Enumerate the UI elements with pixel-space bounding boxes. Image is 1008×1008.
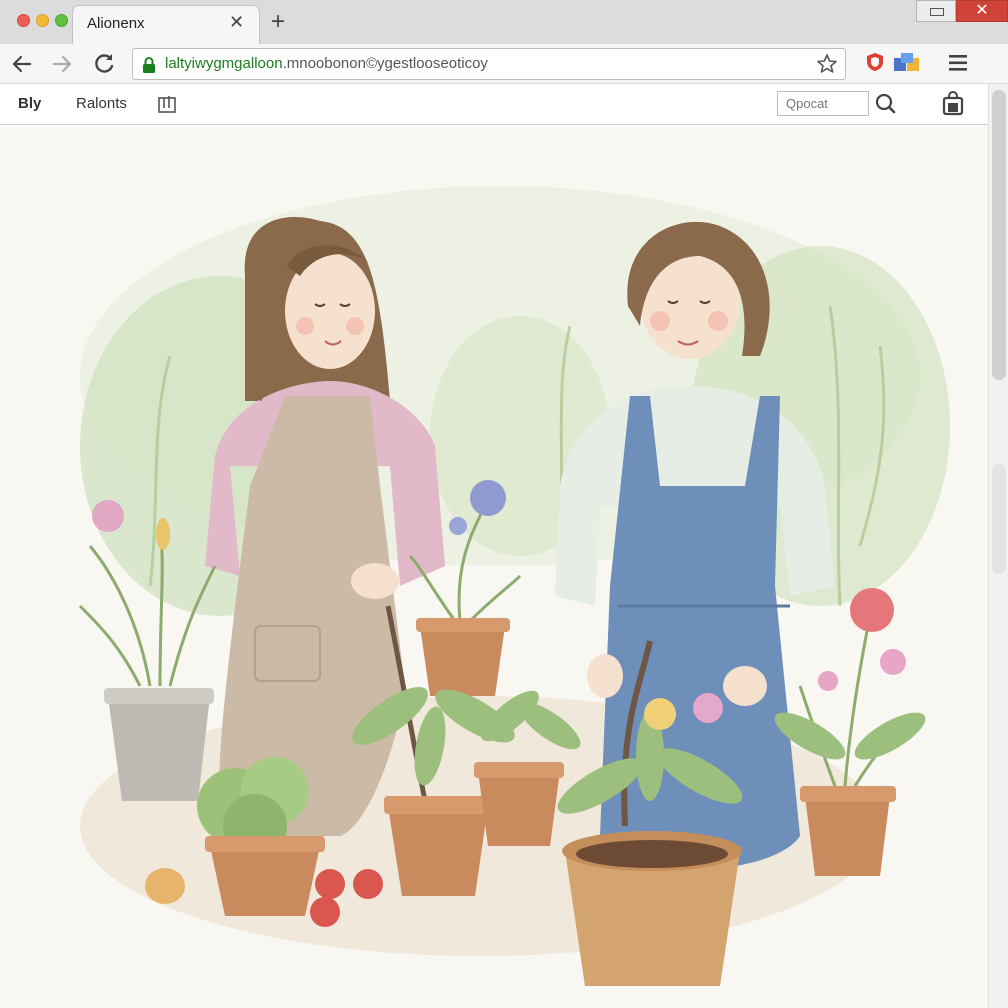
bookmark-icon[interactable] [157,94,177,114]
gardening-illustration [0,126,988,1008]
page-content [0,126,988,1008]
new-tab-button[interactable]: + [271,8,285,36]
search-input[interactable] [777,91,869,116]
address-bar[interactable]: laltyiwygmgalloon.mnoobonon©ygestlooseot… [132,48,846,80]
star-icon[interactable] [815,52,839,76]
site-logo[interactable]: Bly [18,95,41,112]
hamburger-icon[interactable] [946,52,970,74]
lock-icon [143,57,155,73]
minimize-button[interactable] [916,0,956,22]
search-icon[interactable] [873,91,897,115]
minimize-window-dot[interactable] [36,14,49,27]
puzzle-icon[interactable] [893,52,921,72]
arrow-left-icon[interactable] [8,50,36,78]
url-domain: laltyiwygmgalloon [165,55,283,72]
bag-icon[interactable] [940,91,966,117]
vertical-scrollbar[interactable] [988,84,1008,1008]
close-window-dot[interactable] [17,14,30,27]
reload-icon[interactable] [90,50,118,78]
tab-close-icon[interactable]: ✕ [229,12,244,33]
nav-link[interactable]: Ralonts [76,95,127,112]
url-path: .mnoobonon©ygestlooseoticoy [282,55,488,72]
tab-title: Alionenx [87,15,145,32]
scrollbar-thumb[interactable] [992,90,1006,380]
site-toolbar: Bly Ralonts [0,84,1008,125]
navigation-bar: laltyiwygmgalloon.mnoobonon©ygestlooseot… [0,44,1008,84]
shield-icon[interactable] [866,52,884,72]
active-tab[interactable]: Alionenx ✕ [72,5,260,44]
tab-strip: Alionenx ✕ + ✕ [0,0,1008,44]
close-button[interactable]: ✕ [956,0,1008,22]
arrow-right-icon[interactable] [48,50,76,78]
maximize-window-dot[interactable] [55,14,68,27]
scrollbar-track-shade [992,464,1006,574]
url-text: laltyiwygmgalloon.mnoobonon©ygestlooseot… [165,55,488,72]
